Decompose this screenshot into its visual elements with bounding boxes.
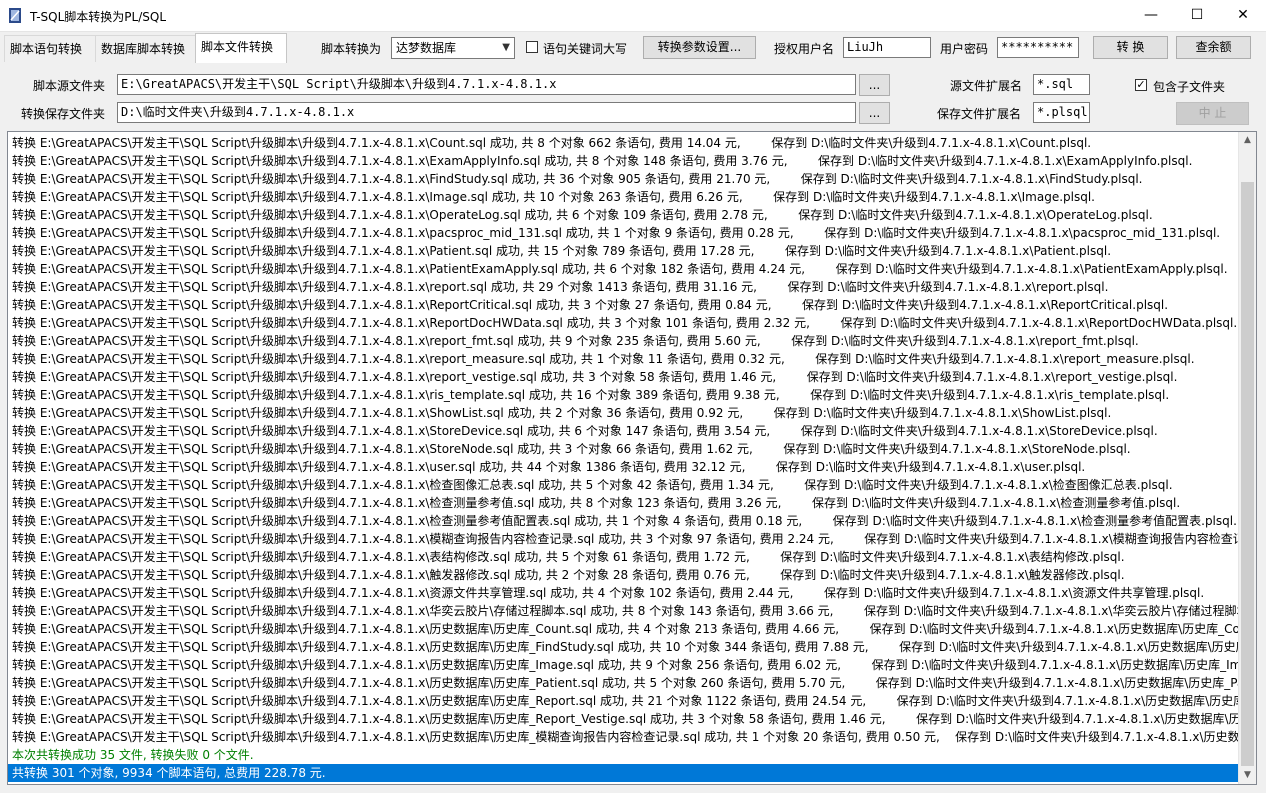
log-line[interactable]: 转换 E:\GreatAPACS\开发主干\SQL Script\升级脚本\升级… (12, 404, 1240, 422)
log-summary-total[interactable]: 共转换 301 个对象, 9934 个脚本语句, 总费用 228.78 元. (8, 764, 1240, 782)
log-summary-files[interactable]: 本次共转换成功 35 文件, 转换失败 0 个文件. (12, 746, 1240, 764)
close-button[interactable]: ✕ (1220, 0, 1266, 31)
log-line[interactable]: 转换 E:\GreatAPACS\开发主干\SQL Script\升级脚本\升级… (12, 584, 1240, 602)
convert-to-label: 脚本转换为 (321, 42, 382, 56)
log-line[interactable]: 转换 E:\GreatAPACS\开发主干\SQL Script\升级脚本\升级… (12, 602, 1240, 620)
target-db-select[interactable]: 达梦数据库 ▼ (391, 37, 515, 59)
log-line[interactable]: 转换 E:\GreatAPACS\开发主干\SQL Script\升级脚本\升级… (12, 494, 1240, 512)
target-ext-label: 保存文件扩展名 (937, 107, 1022, 121)
source-ext-label: 源文件扩展名 (950, 79, 1023, 93)
license-user-field[interactable]: LiuJh (843, 37, 931, 58)
log-line[interactable]: 转换 E:\GreatAPACS\开发主干\SQL Script\升级脚本\升级… (12, 260, 1240, 278)
log-line[interactable]: 转换 E:\GreatAPACS\开发主干\SQL Script\升级脚本\升级… (12, 566, 1240, 584)
source-browse-button[interactable]: ... (859, 74, 890, 96)
uppercase-label: 语句关键词大写 (543, 42, 628, 56)
target-folder-label: 转换保存文件夹 (21, 107, 106, 121)
subfolders-label: 包含子文件夹 (1153, 80, 1226, 94)
source-ext-field[interactable]: *.sql (1033, 74, 1090, 95)
scrollbar-thumb[interactable] (1241, 182, 1254, 766)
app-icon (9, 8, 21, 23)
log-line[interactable]: 转换 E:\GreatAPACS\开发主干\SQL Script\升级脚本\升级… (12, 512, 1240, 530)
target-browse-button[interactable]: ... (859, 102, 890, 124)
title-bar: T-SQL脚本转换为PL/SQL — ☐ ✕ (0, 0, 1266, 32)
tab-statement-convert[interactable]: 脚本语句转换 (4, 35, 96, 62)
log-line[interactable]: 转换 E:\GreatAPACS\开发主干\SQL Script\升级脚本\升级… (12, 440, 1240, 458)
log-line[interactable]: 转换 E:\GreatAPACS\开发主干\SQL Script\升级脚本\升级… (12, 728, 1240, 746)
log-line[interactable]: 转换 E:\GreatAPACS\开发主干\SQL Script\升级脚本\升级… (12, 332, 1240, 350)
log-line[interactable]: 转换 E:\GreatAPACS\开发主干\SQL Script\升级脚本\升级… (12, 476, 1240, 494)
subfolders-checkbox[interactable]: ✓ (1135, 79, 1147, 91)
log-line[interactable]: 转换 E:\GreatAPACS\开发主干\SQL Script\升级脚本\升级… (12, 188, 1240, 206)
maximize-button[interactable]: ☐ (1174, 0, 1220, 31)
source-folder-label: 脚本源文件夹 (33, 79, 106, 93)
target-folder-field[interactable]: D:\临时文件夹\升级到4.7.1.x-4.8.1.x (117, 102, 856, 123)
log-line[interactable]: 转换 E:\GreatAPACS\开发主干\SQL Script\升级脚本\升级… (12, 152, 1240, 170)
log-line[interactable]: 转换 E:\GreatAPACS\开发主干\SQL Script\升级脚本\升级… (12, 656, 1240, 674)
log-line[interactable]: 转换 E:\GreatAPACS\开发主干\SQL Script\升级脚本\升级… (12, 206, 1240, 224)
balance-button[interactable]: 查余额 (1176, 36, 1251, 59)
license-user-label: 授权用户名 (774, 42, 835, 56)
conversion-log[interactable]: 转换 E:\GreatAPACS\开发主干\SQL Script\升级脚本\升级… (7, 131, 1257, 785)
log-line[interactable]: 转换 E:\GreatAPACS\开发主干\SQL Script\升级脚本\升级… (12, 638, 1240, 656)
window-title: T-SQL脚本转换为PL/SQL (30, 10, 167, 24)
tab-database-convert[interactable]: 数据库脚本转换 (95, 35, 199, 62)
target-db-value: 达梦数据库 (396, 41, 457, 55)
log-line[interactable]: 转换 E:\GreatAPACS\开发主干\SQL Script\升级脚本\升级… (12, 458, 1240, 476)
chevron-down-icon[interactable]: ▼ (1239, 767, 1256, 784)
log-line[interactable]: 转换 E:\GreatAPACS\开发主干\SQL Script\升级脚本\升级… (12, 692, 1240, 710)
log-line[interactable]: 转换 E:\GreatAPACS\开发主干\SQL Script\升级脚本\升级… (12, 710, 1240, 728)
stop-button[interactable]: 中 止 (1176, 102, 1249, 125)
log-line[interactable]: 转换 E:\GreatAPACS\开发主干\SQL Script\升级脚本\升级… (12, 548, 1240, 566)
log-line[interactable]: 转换 E:\GreatAPACS\开发主干\SQL Script\升级脚本\升级… (12, 296, 1240, 314)
log-line[interactable]: 转换 E:\GreatAPACS\开发主干\SQL Script\升级脚本\升级… (12, 530, 1240, 548)
password-field[interactable]: ********** (997, 37, 1079, 58)
convert-button[interactable]: 转 换 (1093, 36, 1168, 59)
log-lines: 转换 E:\GreatAPACS\开发主干\SQL Script\升级脚本\升级… (8, 134, 1240, 782)
log-line[interactable]: 转换 E:\GreatAPACS\开发主干\SQL Script\升级脚本\升级… (12, 224, 1240, 242)
password-label: 用户密码 (940, 42, 989, 56)
source-folder-field[interactable]: E:\GreatAPACS\开发主干\SQL Script\升级脚本\升级到4.… (117, 74, 856, 95)
log-scrollbar[interactable]: ▲ ▼ (1238, 132, 1256, 784)
minimize-button[interactable]: — (1128, 0, 1174, 31)
log-line[interactable]: 转换 E:\GreatAPACS\开发主干\SQL Script\升级脚本\升级… (12, 314, 1240, 332)
log-line[interactable]: 转换 E:\GreatAPACS\开发主干\SQL Script\升级脚本\升级… (12, 620, 1240, 638)
log-line[interactable]: 转换 E:\GreatAPACS\开发主干\SQL Script\升级脚本\升级… (12, 422, 1240, 440)
log-line[interactable]: 转换 E:\GreatAPACS\开发主干\SQL Script\升级脚本\升级… (12, 368, 1240, 386)
log-line[interactable]: 转换 E:\GreatAPACS\开发主干\SQL Script\升级脚本\升级… (12, 242, 1240, 260)
params-button[interactable]: 转换参数设置... (643, 36, 756, 59)
log-line[interactable]: 转换 E:\GreatAPACS\开发主干\SQL Script\升级脚本\升级… (12, 386, 1240, 404)
log-line[interactable]: 转换 E:\GreatAPACS\开发主干\SQL Script\升级脚本\升级… (12, 350, 1240, 368)
log-line[interactable]: 转换 E:\GreatAPACS\开发主干\SQL Script\升级脚本\升级… (12, 674, 1240, 692)
log-line[interactable]: 转换 E:\GreatAPACS\开发主干\SQL Script\升级脚本\升级… (12, 278, 1240, 296)
log-line[interactable]: 转换 E:\GreatAPACS\开发主干\SQL Script\升级脚本\升级… (12, 170, 1240, 188)
chevron-down-icon: ▼ (502, 42, 510, 53)
uppercase-checkbox[interactable] (526, 41, 538, 53)
log-line[interactable]: 转换 E:\GreatAPACS\开发主干\SQL Script\升级脚本\升级… (12, 134, 1240, 152)
chevron-up-icon[interactable]: ▲ (1239, 132, 1256, 149)
tab-file-convert[interactable]: 脚本文件转换 (195, 33, 287, 63)
target-ext-field[interactable]: *.plsql (1033, 102, 1090, 123)
